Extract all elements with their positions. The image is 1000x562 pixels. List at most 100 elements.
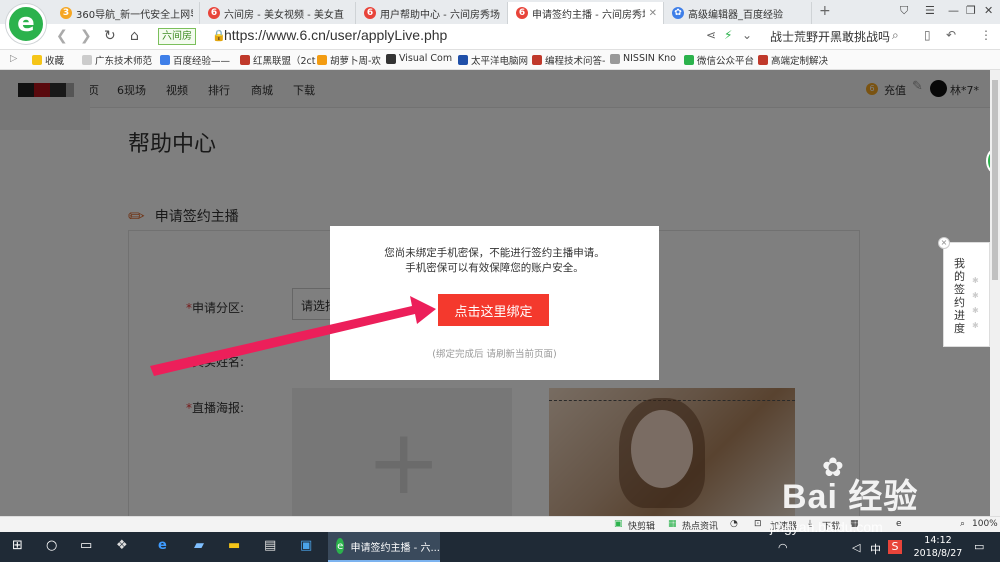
site-icon bbox=[458, 55, 468, 65]
new-tab-button[interactable]: + bbox=[819, 3, 831, 19]
taskbar-active-window[interactable]: e 申请签约主播 - 六... bbox=[328, 532, 440, 562]
sign-progress-widget[interactable]: × 我的签约进度 ✱ ✱ ✱ ✱ bbox=[938, 237, 990, 347]
shirt-skin-icon[interactable]: ⛉ bbox=[900, 4, 908, 18]
bookmark-item[interactable]: Visual Com bbox=[386, 53, 452, 64]
tab-label: 六间房 - 美女视频 - 美女直 bbox=[224, 9, 344, 21]
bookmark-item[interactable]: 高端定制解决 bbox=[758, 53, 828, 67]
status-item[interactable]: 快剪辑 bbox=[628, 519, 655, 532]
dialog-line-1: 您尚未绑定手机密保，不能进行签约主播申请。 bbox=[384, 247, 605, 259]
store-icon[interactable]: ▤ bbox=[264, 538, 276, 553]
menu-icon[interactable]: ☰ bbox=[925, 4, 935, 17]
scrollbar[interactable] bbox=[990, 70, 1000, 516]
ie-icon[interactable]: e bbox=[896, 519, 902, 529]
folder-icon bbox=[82, 55, 92, 65]
news-icon: ▦ bbox=[668, 519, 677, 529]
grid-icon[interactable]: ▦ bbox=[850, 519, 859, 529]
volume-icon[interactable]: ◁ bbox=[852, 541, 860, 554]
edge-icon[interactable]: e bbox=[158, 538, 167, 553]
bookmark-item[interactable]: 微信公众平台 bbox=[684, 53, 754, 67]
site-icon bbox=[758, 55, 768, 65]
tab-label: 360导航_新一代安全上网导 bbox=[76, 9, 193, 21]
tool-icon[interactable]: ◔ bbox=[730, 519, 738, 529]
wifi-icon[interactable]: ◠ bbox=[778, 541, 788, 554]
forward-icon[interactable]: ❯ bbox=[80, 28, 92, 44]
bookmark-item[interactable]: 胡萝卜周-欢 bbox=[317, 53, 381, 67]
sign-progress-label: 我的签约进度 bbox=[954, 257, 965, 335]
tab-360-nav[interactable]: 3 360导航_新一代安全上网导 bbox=[52, 2, 200, 24]
quick-cut-icon: ▣ bbox=[614, 519, 623, 529]
scrollbar-thumb[interactable] bbox=[992, 80, 998, 280]
status-item[interactable]: 下载 bbox=[822, 519, 840, 532]
bookmarks-bar: ▷ 收藏 广东技术师范 百度经验—— 红黑联盟（2ct 胡萝卜周-欢 Visua… bbox=[0, 50, 1000, 70]
clock-time: 14:12 bbox=[924, 535, 952, 546]
ime-indicator[interactable]: 中 bbox=[870, 541, 881, 557]
folder-icon[interactable]: ▬ bbox=[228, 538, 240, 553]
refresh-icon[interactable]: ↻ bbox=[104, 28, 116, 44]
lock-small-icon[interactable]: ⊡ bbox=[754, 519, 762, 529]
tab-6cn-home[interactable]: 6 六间房 - 美女视频 - 美女直 bbox=[200, 2, 356, 24]
search-input[interactable]: 战士荒野开黑敢挑战吗 bbox=[770, 28, 890, 45]
notification-icon[interactable]: ▭ bbox=[974, 540, 984, 553]
bookmark-item[interactable]: 百度经验—— bbox=[160, 53, 230, 67]
360-browser-logo[interactable]: e bbox=[6, 4, 46, 44]
bind-phone-dialog: 您尚未绑定手机密保，不能进行签约主播申请。 手机密保可以有效保障您的账户安全。 … bbox=[330, 226, 659, 380]
baidu-icon bbox=[160, 55, 170, 65]
minimize-icon[interactable]: — bbox=[948, 4, 959, 17]
bookmark-item[interactable]: 红黑联盟（2ct bbox=[240, 53, 316, 67]
bookmark-label: 微信公众平台 bbox=[697, 56, 755, 67]
bookmark-item[interactable]: 编程技术问答- bbox=[532, 53, 605, 67]
url-field[interactable]: https://www.6.cn/user/applyLive.php bbox=[224, 27, 447, 43]
bookmark-item[interactable]: 收藏 bbox=[32, 53, 64, 67]
close-tab-icon[interactable]: ✕ bbox=[649, 8, 657, 19]
bookmark-item[interactable]: NISSIN Kno bbox=[610, 53, 676, 64]
site-icon bbox=[386, 53, 396, 64]
clock-date: 2018/8/27 bbox=[913, 548, 963, 559]
sogou-icon[interactable]: S bbox=[888, 540, 902, 554]
home-icon[interactable]: ⌂ bbox=[130, 28, 139, 44]
site-icon bbox=[317, 55, 327, 65]
tab-apply-live[interactable]: 6 申请签约主播 - 六间房秀场 ✕ bbox=[508, 2, 664, 24]
windows-start-icon[interactable]: ⊞ bbox=[12, 538, 23, 553]
status-item[interactable]: 热点资讯 bbox=[682, 519, 718, 532]
bookmark-label: 编程技术问答- bbox=[545, 56, 606, 67]
undo-icon[interactable]: ↶ bbox=[946, 28, 956, 42]
status-bar: ▣ 快剪辑 ▦ 热点资讯 ◔ ⊡ 加速器 ⤓ 下载 ▦ e ⌕ 100% bbox=[0, 516, 1000, 532]
zoom-level[interactable]: 100% bbox=[972, 519, 998, 529]
more-icon[interactable]: ⋮ bbox=[980, 28, 992, 42]
back-icon[interactable]: ❮ bbox=[56, 28, 68, 44]
bookmark-label: 太平洋电脑网 bbox=[471, 56, 529, 67]
tab-help-center[interactable]: 6 用户帮助中心 - 六间房秀场 bbox=[356, 2, 508, 24]
tab-favicon: 6 bbox=[208, 7, 220, 19]
bookmark-item[interactable]: 广东技术师范 bbox=[82, 53, 152, 67]
bookmark-item[interactable]: 太平洋电脑网 bbox=[458, 53, 528, 67]
bind-phone-button[interactable]: 点击这里绑定 bbox=[438, 294, 549, 326]
dialog-message: 您尚未绑定手机密保，不能进行签约主播申请。 手机密保可以有效保障您的账户安全。 bbox=[330, 246, 659, 276]
app-icon[interactable]: ❖ bbox=[116, 538, 128, 553]
task-view-icon[interactable]: ▭ bbox=[80, 538, 92, 553]
dialog-line-2: 手机密保可以有效保障您的账户安全。 bbox=[405, 262, 584, 274]
site-icon bbox=[610, 53, 620, 64]
search-icon[interactable]: ○ bbox=[46, 538, 57, 553]
restore-icon[interactable]: ❐ bbox=[966, 4, 976, 17]
tab-favicon: ✿ bbox=[672, 7, 684, 19]
tab-strip: 3 360导航_新一代安全上网导 6 六间房 - 美女视频 - 美女直 6 用户… bbox=[0, 0, 1000, 24]
remote-icon[interactable]: ▣ bbox=[300, 538, 312, 553]
taskbar-window-label: 申请签约主播 - 六... bbox=[350, 542, 440, 554]
search-icon[interactable]: ⌕ bbox=[892, 28, 899, 43]
tab-label: 申请签约主播 - 六间房秀场 bbox=[532, 9, 645, 21]
tab-baidu-editor[interactable]: ✿ 高级编辑器_百度经验 bbox=[664, 2, 812, 24]
laptop-icon[interactable]: ▰ bbox=[194, 538, 204, 553]
phone-icon[interactable]: ▯ bbox=[924, 28, 931, 42]
collapse-icon[interactable]: ▷ bbox=[10, 53, 17, 64]
site-badge[interactable]: 六间房 bbox=[158, 28, 196, 45]
close-window-icon[interactable]: ✕ bbox=[984, 4, 993, 17]
share-icon[interactable]: ⋖ bbox=[706, 28, 716, 42]
chevron-down-icon[interactable]: ⌄ bbox=[742, 28, 752, 42]
lightning-icon[interactable]: ⚡ bbox=[724, 28, 732, 42]
tab-label: 用户帮助中心 - 六间房秀场 bbox=[380, 9, 500, 21]
close-icon[interactable]: × bbox=[938, 237, 950, 249]
site-icon bbox=[532, 55, 542, 65]
system-clock[interactable]: 14:12 2018/8/27 bbox=[908, 534, 968, 560]
status-item[interactable]: 加速器 bbox=[770, 519, 797, 532]
bookmark-label: 红黑联盟（2ct bbox=[253, 56, 316, 67]
